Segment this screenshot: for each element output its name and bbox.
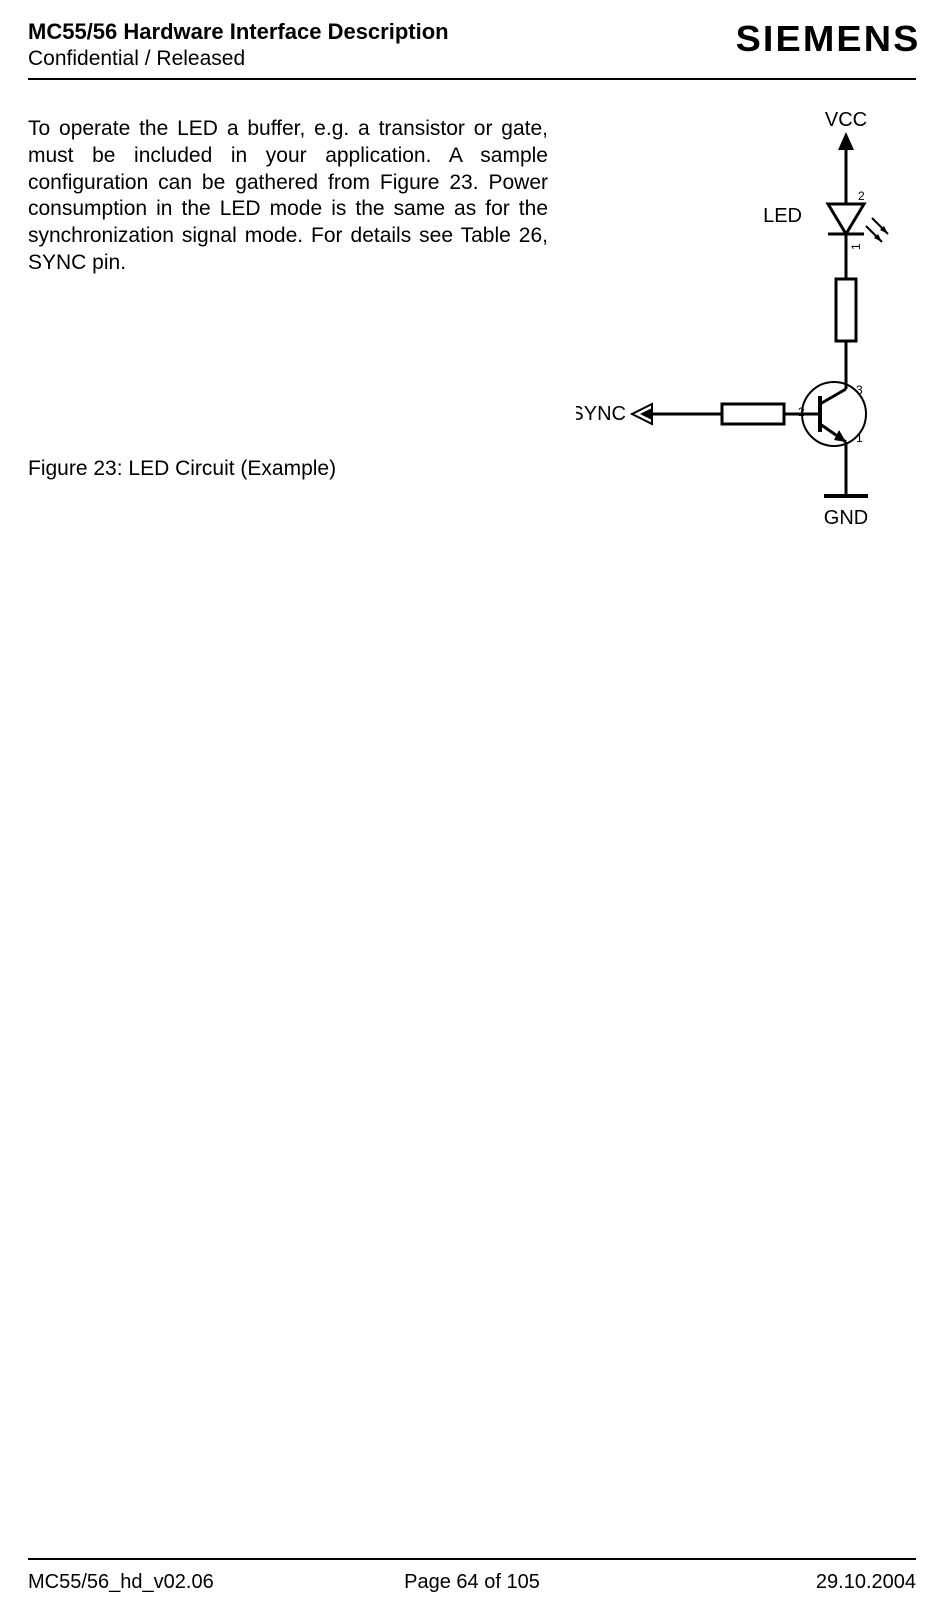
header-rule	[28, 78, 916, 80]
label-led-anode: 2	[858, 189, 865, 203]
label-led: LED	[763, 205, 802, 227]
page-header: MC55/56 Hardware Interface Description C…	[28, 18, 916, 72]
label-vcc: VCC	[825, 109, 867, 131]
page-footer: MC55/56_hd_v02.06 Page 64 of 105 29.10.2…	[28, 1571, 916, 1594]
label-transistor-collector: 3	[856, 383, 863, 397]
label-transistor-emitter: 1	[856, 431, 863, 445]
footer-rule	[28, 1558, 916, 1560]
label-sync: SYNC	[576, 403, 626, 425]
doc-title: MC55/56 Hardware Interface Description	[28, 18, 449, 46]
content-area: To operate the LED a buffer, e.g. a tran…	[28, 116, 916, 481]
page: MC55/56 Hardware Interface Description C…	[0, 0, 944, 1618]
footer-version: MC55/56_hd_v02.06	[28, 1571, 324, 1594]
doc-subtitle: Confidential / Released	[28, 46, 449, 72]
label-transistor-base: 2	[798, 405, 805, 419]
header-left: MC55/56 Hardware Interface Description C…	[28, 18, 449, 72]
siemens-logo: SIEMENS	[736, 18, 921, 60]
footer-page-number: Page 64 of 105	[324, 1571, 620, 1594]
label-led-cathode: 1	[849, 243, 863, 250]
body-paragraph: To operate the LED a buffer, e.g. a tran…	[28, 116, 548, 277]
label-gnd: GND	[824, 507, 868, 529]
footer-date: 29.10.2004	[620, 1571, 916, 1594]
led-circuit-diagram: VCC LED 2 1 3	[576, 104, 916, 544]
